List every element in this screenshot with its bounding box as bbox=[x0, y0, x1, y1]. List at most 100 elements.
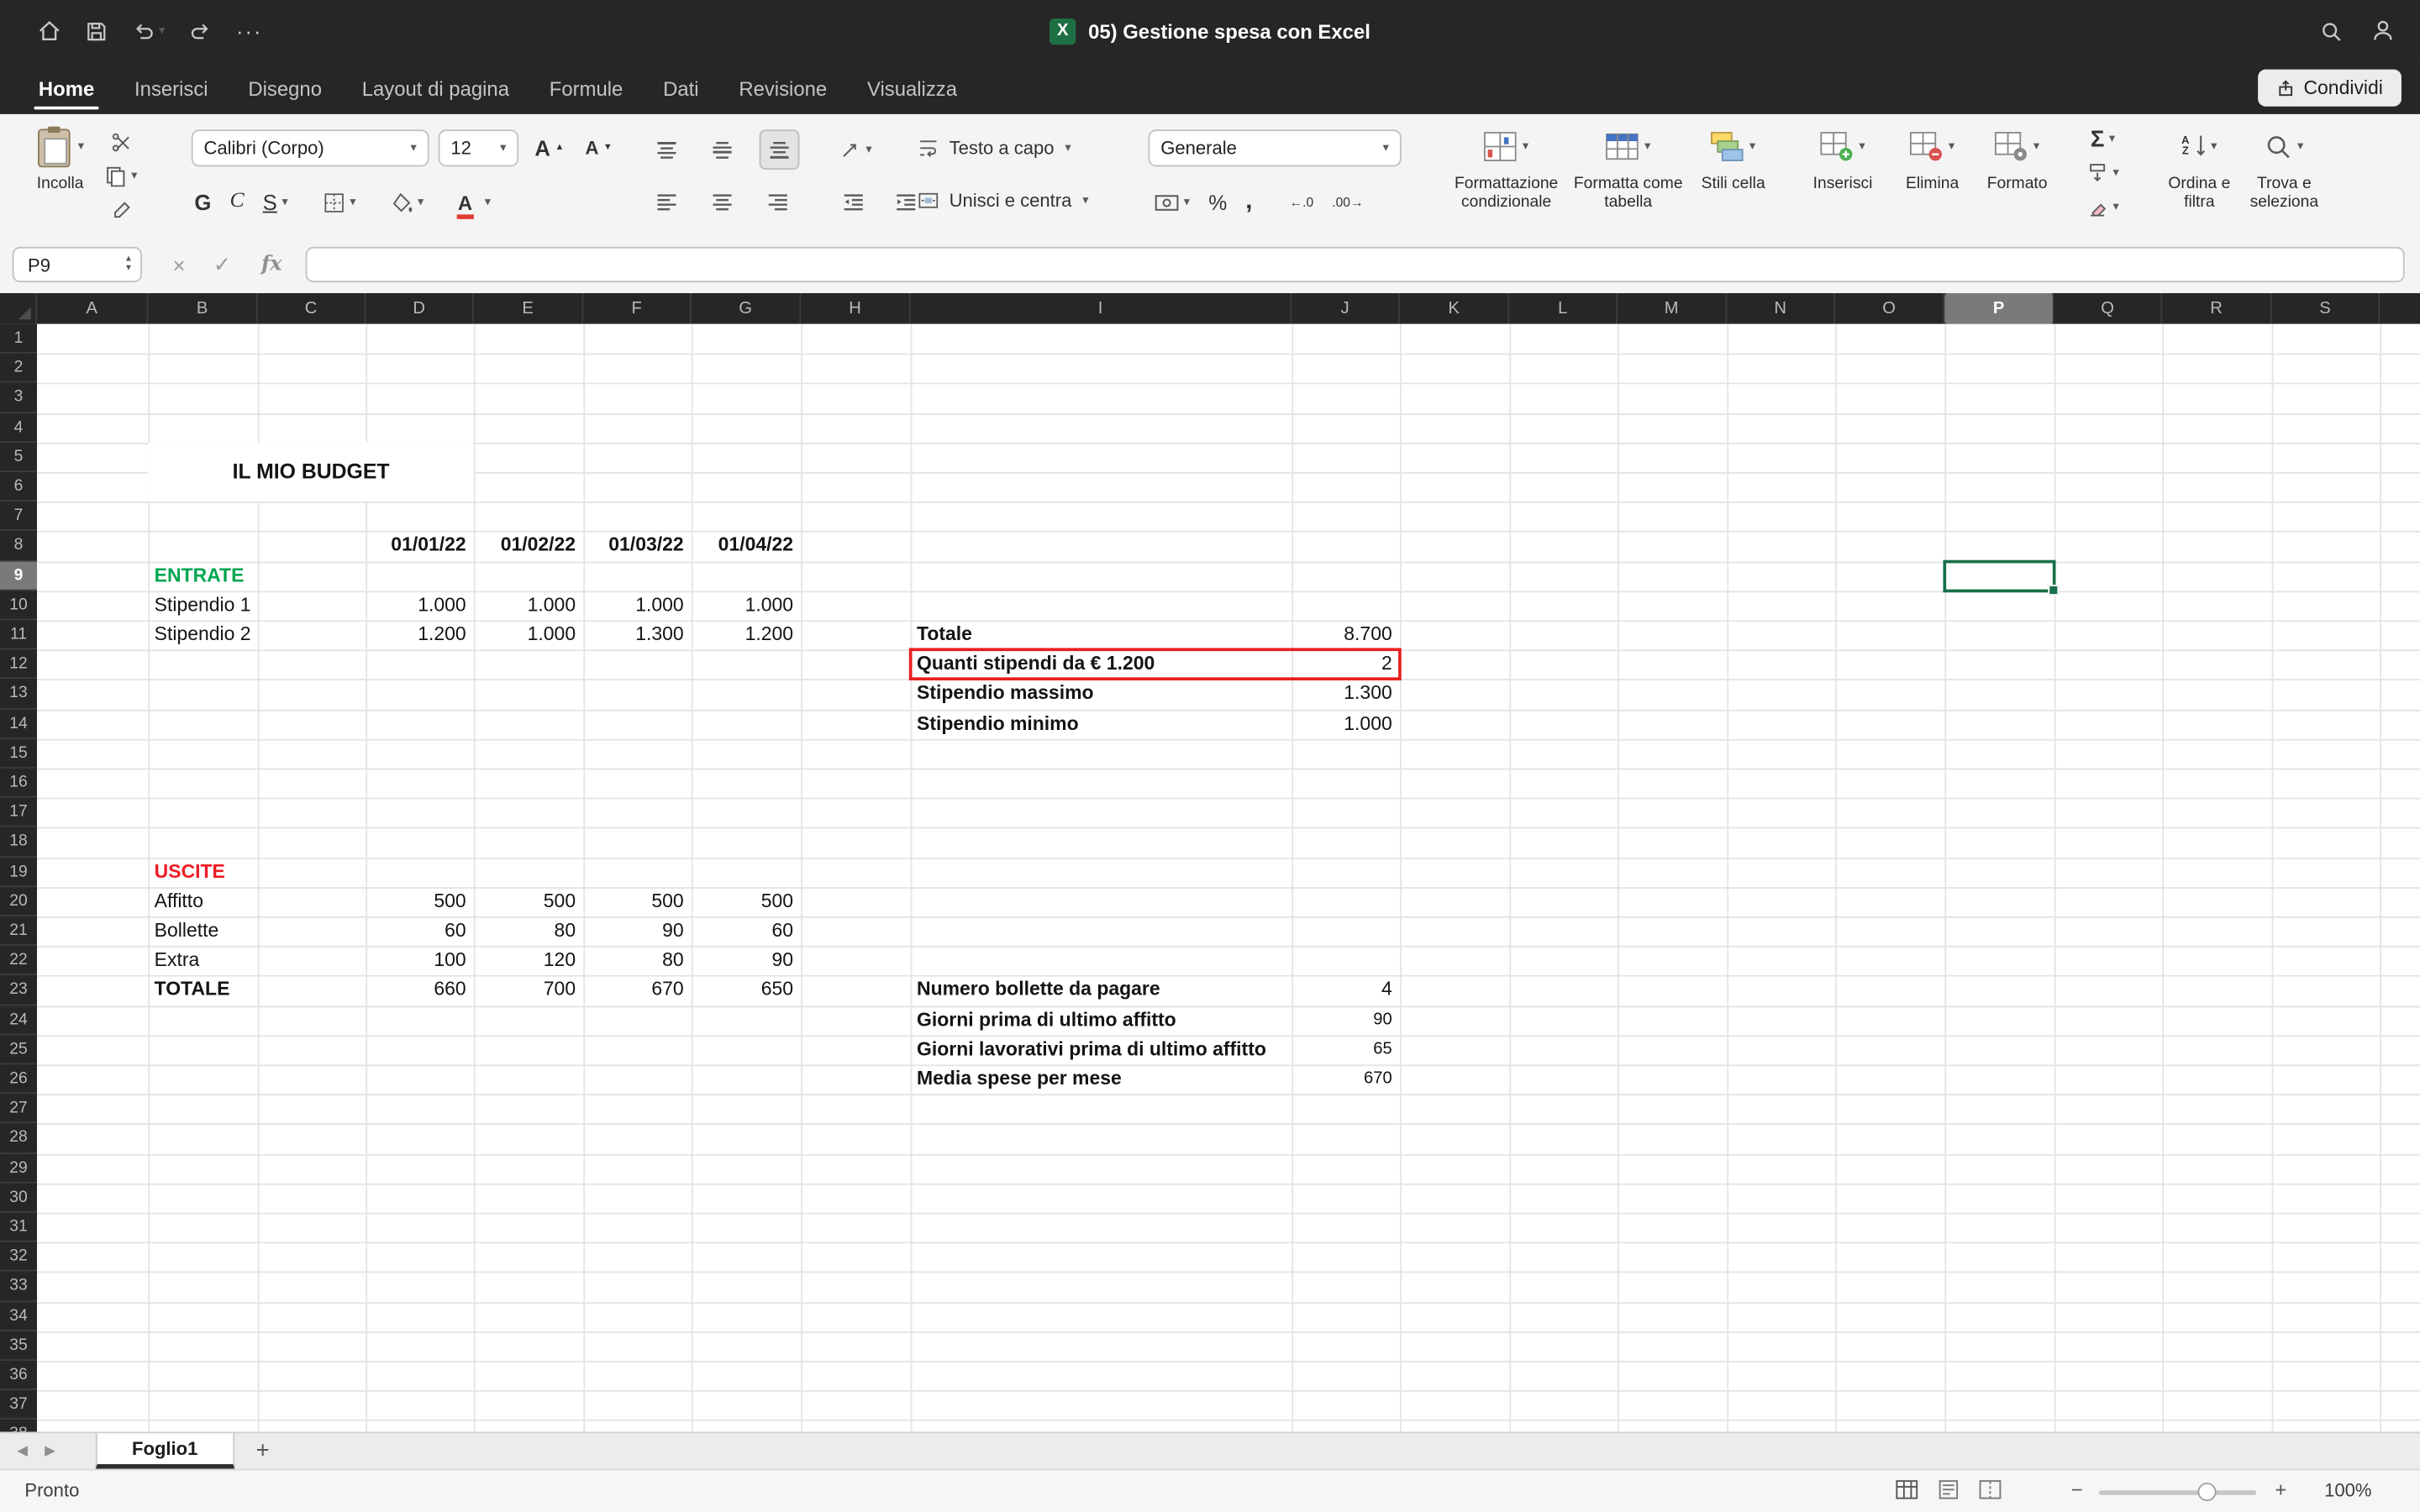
increase-decimal-button[interactable]: ←.0 bbox=[1290, 184, 1314, 221]
undo-icon[interactable]: ▾ bbox=[131, 19, 165, 43]
row-header-31[interactable]: 31 bbox=[0, 1213, 37, 1242]
row-header-2[interactable]: 2 bbox=[0, 354, 37, 383]
row-header-15[interactable]: 15 bbox=[0, 738, 37, 768]
row-header-27[interactable]: 27 bbox=[0, 1095, 37, 1124]
cell-J24[interactable]: 90 bbox=[1292, 1005, 1400, 1035]
cell-B20[interactable]: Affitto bbox=[148, 887, 257, 916]
row-header-33[interactable]: 33 bbox=[0, 1272, 37, 1301]
cell-B22[interactable]: Extra bbox=[148, 946, 257, 975]
active-cell-selection[interactable] bbox=[1943, 559, 2055, 592]
percent-style-button[interactable]: % bbox=[1208, 184, 1227, 221]
normal-view-icon[interactable] bbox=[1896, 1479, 1919, 1499]
wrap-text-button[interactable]: Testo a capo ▾ bbox=[917, 129, 1071, 166]
column-header-O[interactable]: O bbox=[1835, 293, 1944, 324]
cell-D22[interactable]: 100 bbox=[366, 946, 474, 975]
find-select-button[interactable]: ▾ Trova e seleziona bbox=[2241, 123, 2328, 212]
cell-G22[interactable]: 90 bbox=[692, 946, 801, 975]
cell-F20[interactable]: 500 bbox=[583, 887, 692, 916]
cell-B21[interactable]: Bollette bbox=[148, 916, 257, 946]
sort-filter-button[interactable]: AZ ▾ Ordina e filtra bbox=[2158, 123, 2241, 212]
row-header-36[interactable]: 36 bbox=[0, 1361, 37, 1390]
fill-button[interactable]: ▾ bbox=[2086, 157, 2119, 188]
comma-style-button[interactable]: , bbox=[1245, 184, 1252, 221]
cell-D23[interactable]: 660 bbox=[366, 976, 474, 1005]
row-header-28[interactable]: 28 bbox=[0, 1124, 37, 1153]
cell-J11[interactable]: 8.700 bbox=[1292, 620, 1400, 649]
tab-inserisci[interactable]: Inserisci bbox=[114, 65, 228, 114]
align-right-button[interactable] bbox=[760, 184, 797, 221]
zoom-slider-track[interactable] bbox=[2099, 1490, 2256, 1495]
cell-J14[interactable]: 1.000 bbox=[1292, 709, 1400, 738]
delete-cells-button[interactable]: ▾ Elimina bbox=[1892, 123, 1973, 193]
page-break-view-icon[interactable] bbox=[1979, 1479, 2002, 1499]
cell-B19[interactable]: USCITE bbox=[148, 857, 257, 886]
row-header-20[interactable]: 20 bbox=[0, 887, 37, 916]
cell-F11[interactable]: 1.300 bbox=[583, 620, 692, 649]
cell-J26[interactable]: 670 bbox=[1292, 1064, 1400, 1094]
column-header-J[interactable]: J bbox=[1292, 293, 1400, 324]
row-header-32[interactable]: 32 bbox=[0, 1242, 37, 1272]
bold-button[interactable]: G bbox=[194, 184, 211, 221]
paste-button[interactable]: ▾ Incolla bbox=[18, 123, 102, 193]
cut-button[interactable] bbox=[105, 127, 138, 158]
column-header-P[interactable]: P bbox=[1944, 293, 2054, 324]
column-header-A[interactable]: A bbox=[37, 293, 148, 324]
cell-G11[interactable]: 1.200 bbox=[692, 620, 801, 649]
name-box[interactable]: P9 ▲▼ bbox=[13, 247, 142, 282]
column-header-G[interactable]: G bbox=[692, 293, 801, 324]
save-icon[interactable] bbox=[85, 19, 108, 43]
cell-G23[interactable]: 650 bbox=[692, 976, 801, 1005]
decrease-decimal-button[interactable]: .00→ bbox=[1332, 184, 1363, 221]
font-size-combo[interactable]: 12▾ bbox=[439, 129, 519, 166]
cell-J25[interactable]: 65 bbox=[1292, 1035, 1400, 1064]
search-icon[interactable] bbox=[2320, 19, 2344, 43]
home-icon[interactable] bbox=[37, 18, 61, 43]
zoom-level-label[interactable]: 100% bbox=[2324, 1479, 2371, 1501]
column-header-R[interactable]: R bbox=[2162, 293, 2271, 324]
tab-home[interactable]: Home bbox=[18, 65, 114, 114]
row-header-11[interactable]: 11 bbox=[0, 620, 37, 649]
row-header-4[interactable]: 4 bbox=[0, 412, 37, 442]
align-bottom-button[interactable] bbox=[760, 129, 800, 170]
cell-G10[interactable]: 1.000 bbox=[692, 591, 801, 620]
row-header-6[interactable]: 6 bbox=[0, 472, 37, 501]
cell-I24[interactable]: Giorni prima di ultimo affitto bbox=[911, 1005, 1292, 1035]
row-header-26[interactable]: 26 bbox=[0, 1064, 37, 1094]
column-header-I[interactable]: I bbox=[911, 293, 1292, 324]
orientation-button[interactable]: ▾ bbox=[839, 131, 872, 168]
align-middle-button[interactable] bbox=[704, 131, 741, 168]
row-header-22[interactable]: 22 bbox=[0, 946, 37, 975]
column-header-S[interactable]: S bbox=[2272, 293, 2381, 324]
row-header-8[interactable]: 8 bbox=[0, 532, 37, 561]
cell-E22[interactable]: 120 bbox=[474, 946, 583, 975]
sheet-prev-icon[interactable]: ◀ bbox=[17, 1442, 28, 1459]
share-button[interactable]: Condividi bbox=[2257, 70, 2402, 107]
align-left-button[interactable] bbox=[648, 184, 685, 221]
cell-E20[interactable]: 500 bbox=[474, 887, 583, 916]
cell-G20[interactable]: 500 bbox=[692, 887, 801, 916]
cell-J13[interactable]: 1.300 bbox=[1292, 680, 1400, 709]
merge-center-button[interactable]: Unisci e centra ▾ bbox=[917, 182, 1089, 219]
clear-button[interactable]: ▾ bbox=[2086, 192, 2119, 223]
column-header-E[interactable]: E bbox=[474, 293, 583, 324]
row-header-1[interactable]: 1 bbox=[0, 324, 37, 354]
row-header-5[interactable]: 5 bbox=[0, 443, 37, 472]
fill-color-button[interactable]: ▾ bbox=[390, 184, 424, 221]
row-header-16[interactable]: 16 bbox=[0, 769, 37, 798]
cell-J12[interactable]: 2 bbox=[1292, 650, 1400, 680]
cell-E23[interactable]: 700 bbox=[474, 976, 583, 1005]
row-header-9[interactable]: 9 bbox=[0, 561, 37, 591]
undo-chevron-icon[interactable]: ▾ bbox=[159, 24, 165, 37]
cell-E21[interactable]: 80 bbox=[474, 916, 583, 946]
cell-I13[interactable]: Stipendio massimo bbox=[911, 680, 1292, 709]
zoom-in-button[interactable]: + bbox=[2275, 1478, 2286, 1502]
tab-disegno[interactable]: Disegno bbox=[228, 65, 341, 114]
align-center-button[interactable] bbox=[704, 184, 741, 221]
cell-I11[interactable]: Totale bbox=[911, 620, 1292, 649]
cancel-entry-icon[interactable]: × bbox=[160, 247, 197, 282]
row-header-38[interactable]: 38 bbox=[0, 1420, 37, 1432]
zoom-slider-thumb[interactable] bbox=[2198, 1483, 2217, 1501]
format-as-table-button[interactable]: ▾ Formatta come tabella bbox=[1571, 123, 1686, 212]
increase-font-button[interactable]: A▲ bbox=[528, 129, 571, 166]
row-header-14[interactable]: 14 bbox=[0, 709, 37, 738]
